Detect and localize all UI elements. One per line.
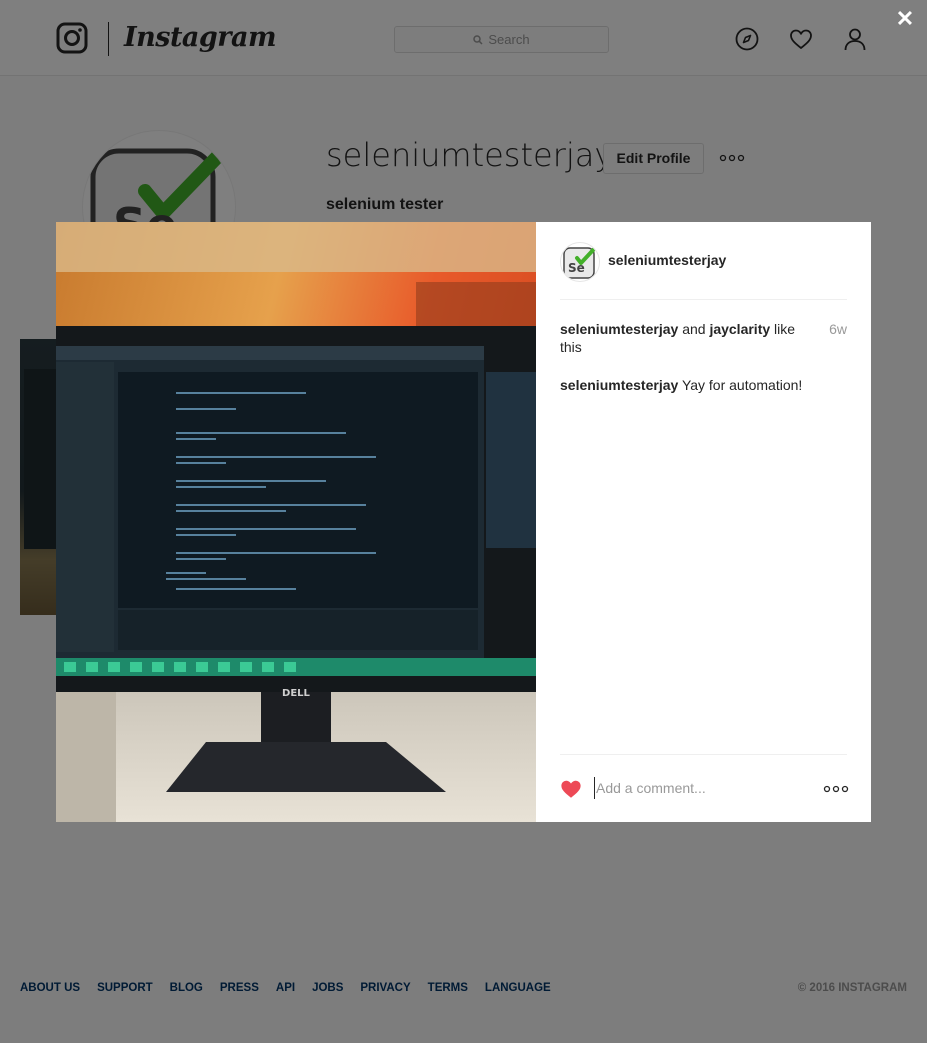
likes-summary: seleniumtesterjay and jayclarity like th… — [560, 320, 847, 356]
caption-text: Yay for automation! — [681, 377, 803, 393]
likes-joiner: and — [682, 321, 706, 337]
post-options-icon[interactable] — [823, 782, 849, 796]
comment-bar — [560, 754, 849, 823]
monitor-photo-image: DELL — [56, 222, 536, 822]
selenium-logo-small-icon: Se — [563, 246, 597, 279]
post-photo[interactable]: DELL — [56, 222, 536, 822]
liker-username-2[interactable]: jayclarity — [709, 321, 770, 337]
post-caption: seleniumtesterjay Yay for automation! — [560, 376, 847, 394]
svg-text:Se: Se — [568, 261, 585, 275]
post-sidebar: Se seleniumtesterjay seleniumtesterjay a… — [536, 222, 871, 822]
close-modal-button[interactable]: ✕ — [894, 8, 916, 30]
monitor-brand-label: DELL — [282, 688, 311, 699]
post-author-username[interactable]: seleniumtesterjay — [608, 252, 726, 268]
liker-username-1[interactable]: seleniumtesterjay — [560, 321, 678, 337]
post-modal: DELL Se seleniumtesterjay seleniumtester… — [56, 222, 871, 822]
like-heart-icon[interactable] — [560, 778, 582, 800]
caption-username[interactable]: seleniumtesterjay — [560, 377, 678, 393]
post-author-avatar[interactable]: Se — [560, 242, 600, 282]
post-timestamp[interactable]: 6w — [829, 320, 847, 338]
post-header: Se seleniumtesterjay — [560, 242, 847, 300]
comment-input[interactable] — [594, 777, 816, 799]
